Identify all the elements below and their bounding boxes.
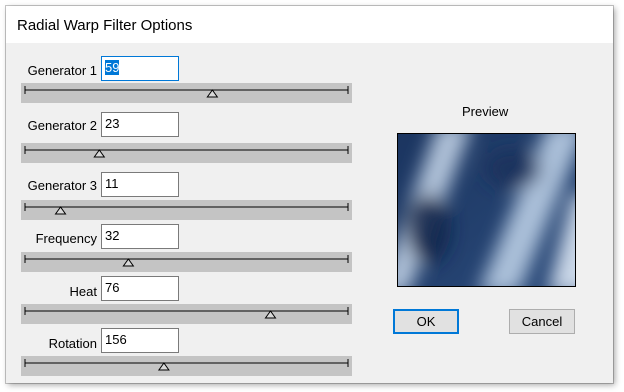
ok-button[interactable]: OK: [393, 309, 459, 334]
generator-2-input[interactable]: 23: [101, 112, 179, 137]
generator-3-slider-thumb[interactable]: [54, 206, 67, 215]
heat-label: Heat: [69, 284, 97, 299]
window-title: Radial Warp Filter Options: [17, 17, 193, 34]
generator-1-slider[interactable]: [21, 83, 352, 103]
generator-1-label: Generator 1: [27, 63, 97, 78]
cancel-button[interactable]: Cancel: [509, 309, 575, 334]
generator-3-input[interactable]: 11: [101, 172, 179, 197]
rotation-label: Rotation: [48, 336, 97, 351]
rotation-input[interactable]: 156: [101, 328, 179, 353]
generator-2-label: Generator 2: [27, 118, 97, 133]
heat-input[interactable]: 76: [101, 276, 179, 301]
generator-1-input[interactable]: 59: [101, 56, 179, 81]
preview-label: Preview: [462, 104, 509, 119]
heat-slider-thumb[interactable]: [264, 310, 277, 319]
generator-1-slider-thumb[interactable]: [206, 89, 219, 98]
rotation-slider[interactable]: [21, 356, 352, 376]
frequency-input[interactable]: 32: [101, 224, 179, 249]
generator-2-slider[interactable]: [21, 143, 352, 163]
frequency-slider[interactable]: [21, 252, 352, 272]
rotation-slider-thumb[interactable]: [157, 362, 170, 371]
filter-options-dialog: Radial Warp Filter Options Generator 1 5…: [6, 6, 613, 383]
generator-3-slider[interactable]: [21, 200, 352, 220]
heat-slider[interactable]: [21, 304, 352, 324]
generator-2-slider-thumb[interactable]: [93, 149, 106, 158]
generator-1-value: 59: [105, 60, 120, 75]
preview-image: [397, 133, 576, 287]
title-bar: Radial Warp Filter Options: [6, 6, 613, 43]
generator-3-label: Generator 3: [27, 178, 97, 193]
frequency-label: Frequency: [35, 231, 97, 246]
frequency-slider-thumb[interactable]: [122, 258, 135, 267]
